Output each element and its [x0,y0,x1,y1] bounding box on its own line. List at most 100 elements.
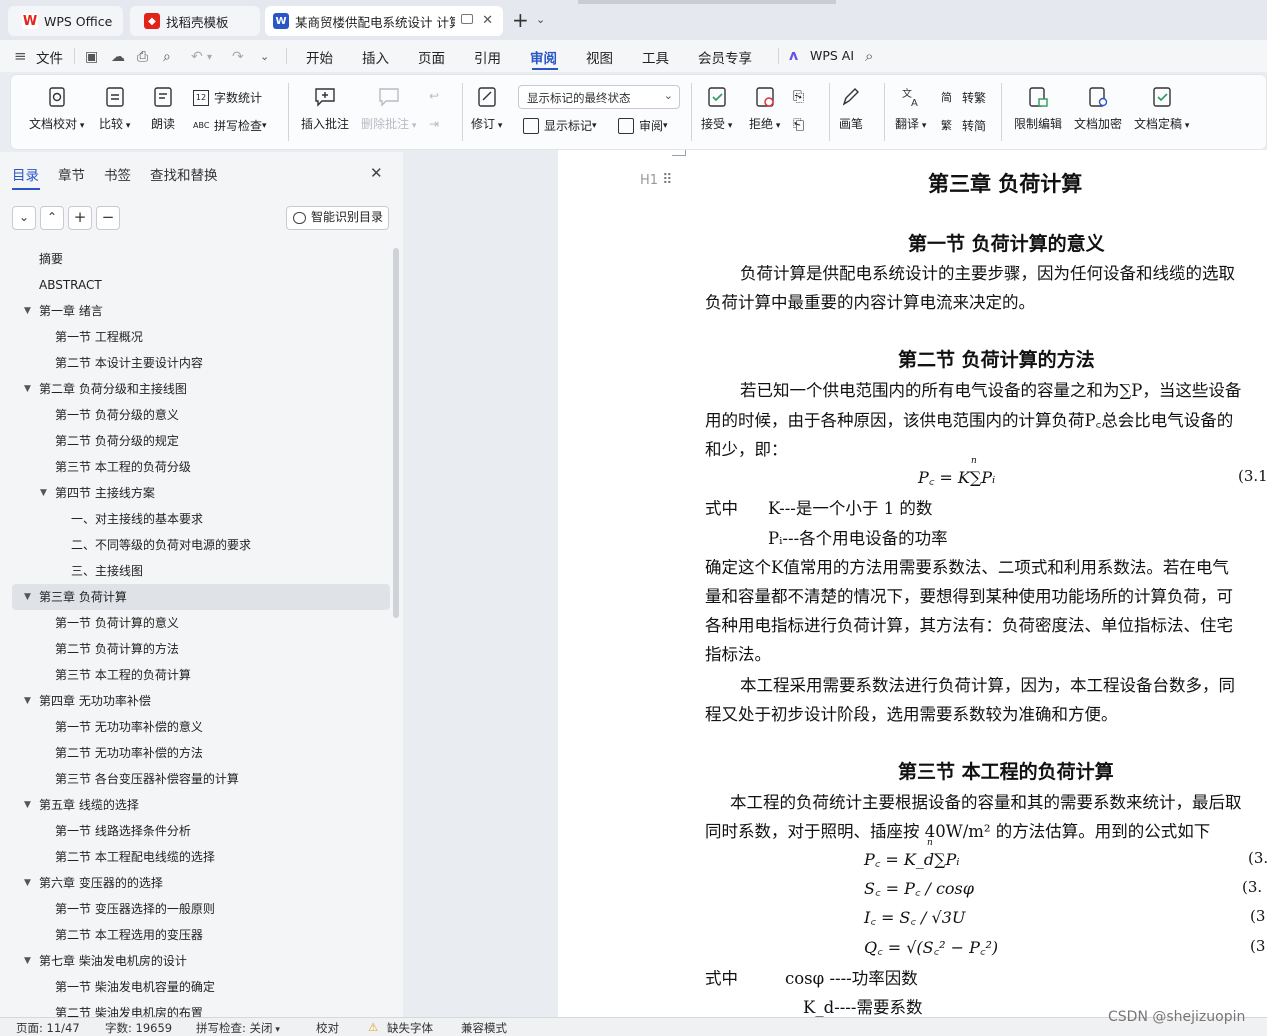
nav-tab-chapters[interactable]: 章节 [58,164,85,184]
undo-icon[interactable]: ↶ [191,49,203,65]
review-pane-button[interactable]: 审阅 ▾ [618,117,668,134]
undo-dropdown-icon[interactable]: ▾ [207,52,212,63]
close-pane-icon[interactable]: ✕ [370,164,383,182]
toc-item[interactable]: ▼ 第四章 无功功率补偿 [12,688,390,714]
toc-item[interactable]: 第二节 负荷计算的方法 [12,636,390,662]
toc-scrollbar[interactable] [393,248,399,618]
expand-arrow-icon[interactable]: ▼ [24,870,31,896]
toc-item[interactable]: 第一节 工程概况 [12,324,390,350]
toc-item[interactable]: ▼ 第一章 绪言 [12,298,390,324]
smart-toc-button[interactable]: 智能识别目录 [286,206,389,230]
expand-arrow-icon[interactable]: ▼ [24,792,31,818]
menu-review[interactable]: 审阅 [530,47,557,67]
search-icon[interactable]: ⌕ [865,47,873,65]
menu-page[interactable]: 页面 [418,47,445,67]
insert-comment-button[interactable]: 插入批注 [301,85,349,132]
toc-item[interactable]: 二、不同等级的负荷对电源的要求 [12,532,390,558]
toc-item[interactable]: 第一节 柴油发电机容量的确定 [12,974,390,1000]
menu-view[interactable]: 视图 [586,47,613,67]
menu-wps-ai[interactable]: WPS AI [810,48,854,63]
toc-item[interactable]: ▼ 第三章 负荷计算 [12,584,390,610]
expand-arrow-icon[interactable]: ▼ [40,480,47,506]
toc-item[interactable]: 第三节 本工程的负荷分级 [12,454,390,480]
toc-item[interactable]: 第二节 负荷分级的规定 [12,428,390,454]
expand-arrow-icon[interactable]: ▼ [24,584,31,610]
toc-item[interactable]: ▼ 第五章 线缆的选择 [12,792,390,818]
tab-document[interactable]: W 某商贸楼供配电系统设计 计算 ✕ [265,6,503,36]
next-comment-icon[interactable]: ⇥ [429,117,439,131]
revise-button[interactable]: 修订 ▾ [471,85,502,132]
expand-arrow-icon[interactable]: ▼ [24,948,31,974]
spell-check-status[interactable]: 拼写检查: 关闭 ▾ [196,1020,280,1036]
prev-comment-icon[interactable]: ↩ [429,89,439,103]
compare-button[interactable]: 比较 ▾ [99,85,130,132]
restrict-edit-button[interactable]: 限制编辑 [1014,85,1062,132]
toc-item[interactable]: 第二节 本工程选用的变压器 [12,922,390,948]
window-mode-icon[interactable] [461,14,473,24]
toc-item[interactable]: 第一节 无功功率补偿的意义 [12,714,390,740]
nav-tab-bookmarks[interactable]: 书签 [104,164,131,184]
toc-item[interactable]: 第二节 本工程配电线缆的选择 [12,844,390,870]
toc-item[interactable]: 摘要 [12,246,390,272]
new-tab-icon[interactable]: + [512,8,529,32]
toc-item[interactable]: ▼ 第七章 柴油发电机房的设计 [12,948,390,974]
next-change-icon[interactable]: ⎗ [793,117,804,133]
doc-encrypt-button[interactable]: 文档加密 [1074,85,1122,132]
nav-tab-toc[interactable]: 目录 [12,164,39,184]
ink-button[interactable]: 画笔 [839,85,863,132]
expand-arrow-icon[interactable]: ▼ [24,298,31,324]
save-icon[interactable]: ▣ [85,49,98,65]
close-tab-icon[interactable]: ✕ [482,13,493,28]
toc-item[interactable]: 第三节 本工程的负荷计算 [12,662,390,688]
menu-member[interactable]: 会员专享 [698,47,752,67]
heading-level-marker[interactable]: H1 ⠿ [640,172,672,188]
menu-reference[interactable]: 引用 [474,47,501,67]
print-preview-icon[interactable]: ⌕ [163,49,171,65]
remove-heading-button[interactable]: − [96,206,120,230]
read-aloud-button[interactable]: 朗读 [151,85,175,132]
toc-item[interactable]: ABSTRACT [12,272,390,298]
show-markup-button[interactable]: 显示标记 ▾ [523,117,597,134]
toc-item[interactable]: 三、主接线图 [12,558,390,584]
collapse-up-button[interactable]: ⌃ [40,206,64,230]
toc-item[interactable]: 第一节 线路选择条件分析 [12,818,390,844]
toc-item[interactable]: 一、对主接线的基本要求 [12,506,390,532]
to-simplified-button[interactable]: 繁 转简 [941,117,986,134]
cloud-icon[interactable]: ☁ [111,49,125,65]
menu-insert[interactable]: 插入 [362,47,389,67]
print-icon[interactable]: ⎙ [137,49,148,65]
toc-item[interactable]: 第一节 负荷分级的意义 [12,402,390,428]
doc-finalize-button[interactable]: 文档定稿 ▾ [1134,85,1189,132]
menu-home[interactable]: 开始 [306,47,333,67]
page-indicator[interactable]: 页面: 11/47 [16,1020,80,1036]
toc-item[interactable]: 第一节 变压器选择的一般原则 [12,896,390,922]
accept-button[interactable]: 接受 ▾ [701,85,732,132]
redo-icon[interactable]: ↷ [232,49,244,65]
expand-arrow-icon[interactable]: ▼ [24,376,31,402]
toc-item[interactable]: 第一节 负荷计算的意义 [12,610,390,636]
proof-status[interactable]: 校对 [316,1020,339,1036]
hamburger-icon[interactable]: ≡ [14,47,27,65]
tab-list-chevron-icon[interactable]: ⌄ [536,10,545,30]
menu-tools[interactable]: 工具 [642,47,669,67]
toc-item[interactable]: ▼ 第四节 主接线方案 [12,480,390,506]
more-chevron-icon[interactable]: ⌄ [260,50,269,63]
toc-item[interactable]: 第三节 各台变压器补偿容量的计算 [12,766,390,792]
menu-file[interactable]: 文件 [36,47,63,67]
reject-button[interactable]: 拒绝 ▾ [749,85,780,132]
toc-item[interactable]: ▼ 第六章 变压器的的选择 [12,870,390,896]
toc-item[interactable]: ▼ 第二章 负荷分级和主接线图 [12,376,390,402]
toc-item[interactable]: 第二节 本设计主要设计内容 [12,350,390,376]
nav-tab-find-replace[interactable]: 查找和替换 [150,164,218,184]
spell-check-button[interactable]: ABC 拼写检查 ▾ [193,117,267,134]
translate-button[interactable]: 文A 翻译 ▾ [895,85,926,132]
expand-arrow-icon[interactable]: ▼ [24,688,31,714]
missing-font-status[interactable]: 缺失字体 [387,1020,433,1036]
to-traditional-button[interactable]: 简 转繁 [941,89,986,106]
delete-comment-button[interactable]: 删除批注 ▾ [361,85,416,132]
word-count-indicator[interactable]: 字数: 19659 [105,1020,172,1036]
tab-wps-office[interactable]: W WPS Office [8,6,123,36]
markup-state-select[interactable]: 显示标记的最终状态 ⌄ [518,85,680,109]
toc-item[interactable]: 第二节 无功功率补偿的方法 [12,740,390,766]
add-heading-button[interactable]: + [68,206,92,230]
